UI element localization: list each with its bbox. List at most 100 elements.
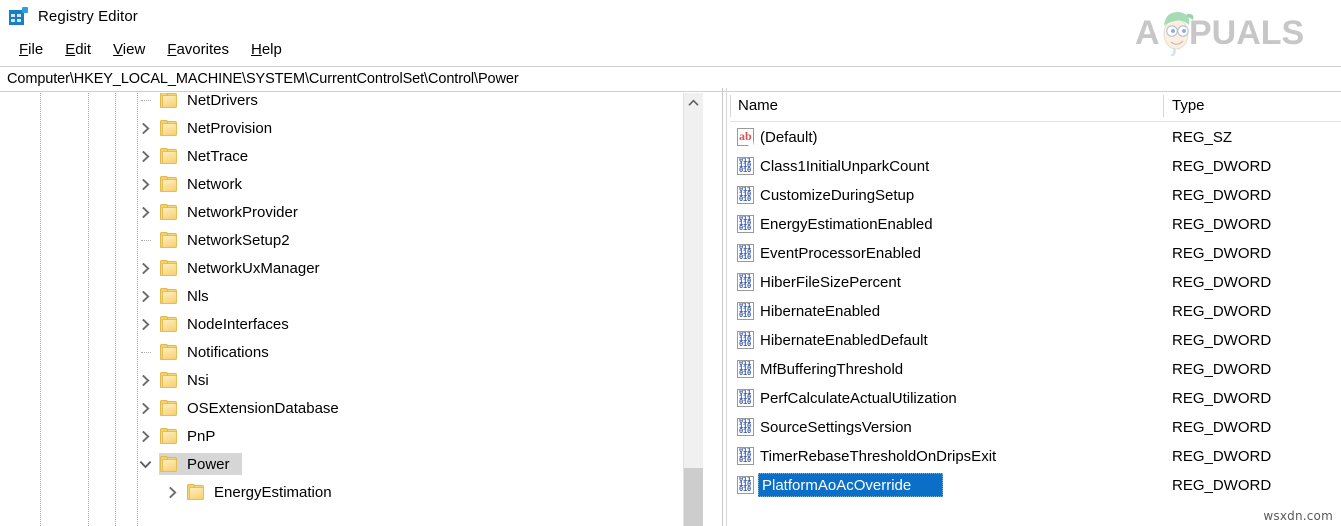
value-name: PlatformAoAcOverride	[762, 477, 912, 494]
reg-dword-icon: 011 110 010	[737, 186, 756, 205]
value-row[interactable]: 011 110 010 Class1InitialUnparkCount REG_DWO…	[730, 152, 1341, 181]
chevron-right-icon[interactable]	[137, 372, 153, 388]
menu-item-favorites[interactable]: Favorites	[156, 39, 240, 60]
reg-dword-icon: 011 110 010	[737, 215, 756, 234]
value-row[interactable]: 011 110 010 CustomizeDuringSetup REG_DWORD	[730, 181, 1341, 210]
window-title: Registry Editor	[38, 7, 138, 25]
value-type: REG_DWORD	[1172, 419, 1272, 436]
chevron-right-icon[interactable]	[137, 260, 153, 276]
tree-item-label: OSExtensionDatabase	[187, 399, 339, 417]
tree-scrollbar-thumb[interactable]	[684, 468, 703, 526]
chevron-right-icon[interactable]	[137, 288, 153, 304]
chevron-right-icon[interactable]	[137, 204, 153, 220]
tree-item-energyestimation[interactable]: EnergyEstimation	[0, 478, 690, 506]
reg-dword-icon: 011 110 010	[737, 389, 756, 408]
folder-icon	[160, 93, 180, 109]
tree-leaf-connector	[137, 232, 153, 248]
tree-scrollbar[interactable]	[683, 93, 703, 526]
tree-item-label: NetDrivers	[187, 93, 258, 109]
reg-dword-icon: 011 110 010	[737, 157, 756, 176]
tree-item-label: EnergyEstimation	[214, 483, 332, 501]
reg-dword-icon: 011 110 010	[737, 244, 756, 263]
tree-item-pnp[interactable]: PnP	[0, 422, 690, 450]
address-bar[interactable]: Computer\HKEY_LOCAL_MACHINE\SYSTEM\Curre…	[0, 66, 1341, 92]
reg-dword-icon: 011 110 010	[737, 331, 756, 350]
chevron-right-icon[interactable]	[137, 316, 153, 332]
value-type: REG_DWORD	[1172, 477, 1272, 494]
folder-icon	[187, 483, 207, 501]
folder-icon	[160, 203, 180, 221]
tree-item-label: Notifications	[187, 343, 269, 361]
folder-icon	[160, 399, 180, 417]
value-type: REG_DWORD	[1172, 390, 1272, 407]
value-name: EnergyEstimationEnabled	[760, 216, 933, 233]
reg-sz-icon	[737, 128, 756, 147]
reg-dword-icon: 011 110 010	[737, 447, 756, 466]
value-type: REG_DWORD	[1172, 274, 1272, 291]
tree-item-nettrace[interactable]: NetTrace	[0, 142, 690, 170]
menu-item-edit[interactable]: Edit	[54, 39, 102, 60]
registry-editor-icon	[8, 6, 28, 26]
column-header-name[interactable]: Name	[738, 97, 778, 114]
folder-icon	[160, 175, 180, 193]
registry-tree-pane[interactable]: NetDrivers NetProvision NetTrace Network Net…	[0, 93, 703, 526]
tree-item-osextensiondatabase[interactable]: OSExtensionDatabase	[0, 394, 690, 422]
tree-item-nsi[interactable]: Nsi	[0, 366, 690, 394]
value-row[interactable]: 011 110 010 EventProcessorEnabled REG_DWORD	[730, 239, 1341, 268]
tree-item-label: Network	[187, 175, 243, 193]
value-row[interactable]: 011 110 010 PerfCalculateActualUtilization R…	[730, 384, 1341, 413]
menu-accesskey: F	[19, 40, 29, 58]
menu-accesskey: H	[251, 40, 262, 58]
folder-icon	[160, 455, 180, 473]
folder-icon	[160, 119, 180, 137]
folder-icon	[160, 315, 180, 333]
chevron-right-icon[interactable]	[137, 176, 153, 192]
column-header-type[interactable]: Type	[1172, 97, 1205, 114]
chevron-down-icon[interactable]	[137, 456, 153, 472]
menu-item-view[interactable]: View	[102, 39, 156, 60]
main-content: NetDrivers NetProvision NetTrace Network Net…	[0, 88, 1341, 526]
tree-item-networkprovider[interactable]: NetworkProvider	[0, 198, 690, 226]
folder-icon	[160, 231, 180, 249]
pane-splitter[interactable]	[722, 88, 723, 526]
value-row[interactable]: (Default) REG_SZ	[730, 123, 1341, 152]
tree-item-power[interactable]: Power	[0, 450, 690, 478]
tree-item-network[interactable]: Network	[0, 170, 690, 198]
tree-item-nls[interactable]: Nls	[0, 282, 690, 310]
menu-item-help[interactable]: Help	[240, 39, 293, 60]
chevron-right-icon[interactable]	[164, 484, 180, 500]
tree-leaf-connector	[137, 93, 153, 108]
chevron-up-icon[interactable]	[684, 93, 703, 112]
value-row[interactable]: 011 110 010 MfBufferingThreshold REG_DWORD	[730, 355, 1341, 384]
chevron-right-icon[interactable]	[137, 120, 153, 136]
value-name: MfBufferingThreshold	[760, 361, 904, 378]
tree-item-nodeinterfaces[interactable]: NodeInterfaces	[0, 310, 690, 338]
chevron-right-icon[interactable]	[137, 428, 153, 444]
chevron-right-icon[interactable]	[137, 400, 153, 416]
list-column-header: Name Type	[730, 93, 1341, 122]
menu-item-file[interactable]: File	[8, 39, 54, 60]
tree-item-label: NetProvision	[187, 119, 273, 137]
pane-splitter-edge	[726, 88, 727, 526]
chevron-right-icon[interactable]	[137, 148, 153, 164]
value-type: REG_DWORD	[1172, 245, 1272, 262]
tree-item-networkuxmanager[interactable]: NetworkUxManager	[0, 254, 690, 282]
value-row[interactable]: 011 110 010 HibernateEnabledDefault REG_DWOR…	[730, 326, 1341, 355]
value-type: REG_DWORD	[1172, 303, 1272, 320]
value-name: HibernateEnabled	[760, 303, 881, 320]
value-row[interactable]: 011 110 010 HibernateEnabled REG_DWORD	[730, 297, 1341, 326]
value-name: HibernateEnabledDefault	[760, 332, 928, 349]
tree-item-netprovision[interactable]: NetProvision	[0, 114, 690, 142]
tree-item-notifications[interactable]: Notifications	[0, 338, 690, 366]
value-row[interactable]: 011 110 010 TimerRebaseThresholdOnDripsExit…	[730, 442, 1341, 471]
value-row[interactable]: 011 110 010 PlatformAoAcOverride REG_DWORD	[730, 471, 1341, 500]
value-row[interactable]: 011 110 010 SourceSettingsVersion REG_DWORD	[730, 413, 1341, 442]
tree-item-networksetup2[interactable]: NetworkSetup2	[0, 226, 690, 254]
registry-path: Computer\HKEY_LOCAL_MACHINE\SYSTEM\Curre…	[7, 71, 519, 87]
value-row[interactable]: 011 110 010 HiberFileSizePercent REG_DWORD	[730, 268, 1341, 297]
value-name: EventProcessorEnabled	[760, 245, 921, 262]
tree-item-netdrivers[interactable]: NetDrivers	[0, 93, 690, 114]
registry-values-pane[interactable]: Name Type (Default)REG_SZ011110010Class1…	[730, 93, 1341, 526]
value-row[interactable]: 011 110 010 EnergyEstimationEnabled REG_DWOR…	[730, 210, 1341, 239]
tree-item-label: NetworkSetup2	[187, 231, 290, 249]
